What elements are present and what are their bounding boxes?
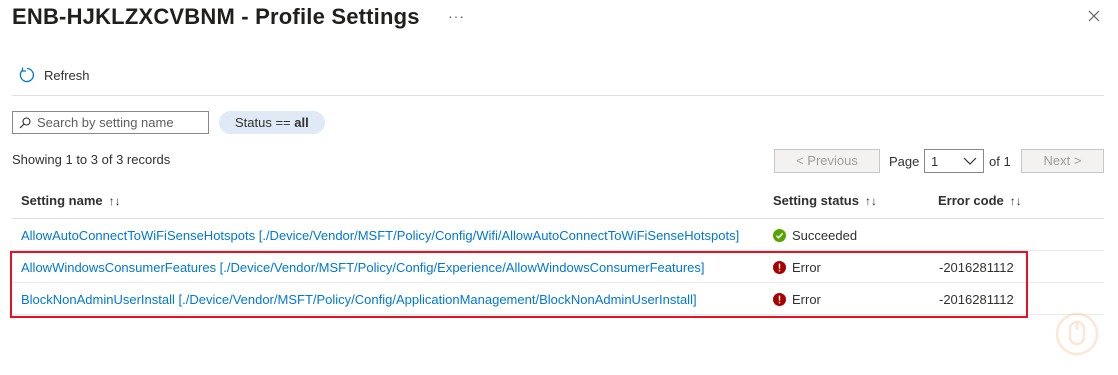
check-circle-icon — [773, 229, 786, 242]
toolbar-divider — [12, 95, 1104, 96]
sort-icon[interactable]: ↑↓ — [1010, 194, 1022, 208]
more-options-icon[interactable]: ··· — [448, 8, 465, 24]
page-label: Page — [889, 154, 920, 169]
table-row: AllowAutoConnectToWiFiSenseHotspots [./D… — [12, 219, 1104, 251]
next-button[interactable]: Next > — [1021, 149, 1104, 173]
status-text: Succeeded — [792, 228, 858, 243]
setting-name-link[interactable]: AllowAutoConnectToWiFiSenseHotspots [./D… — [21, 228, 739, 243]
refresh-label: Refresh — [44, 67, 90, 83]
column-header-label: Setting status — [773, 193, 859, 208]
refresh-button[interactable]: Refresh — [18, 66, 90, 84]
column-header-setting-status[interactable]: Setting status ↑↓ — [773, 193, 877, 208]
page-select[interactable]: 1 — [924, 149, 984, 173]
column-header-setting-name[interactable]: Setting name ↑↓ — [21, 193, 121, 208]
search-input[interactable] — [37, 115, 197, 130]
search-box[interactable] — [12, 111, 209, 134]
sort-icon[interactable]: ↑↓ — [109, 194, 121, 208]
status-filter-value: all — [294, 115, 309, 130]
column-header-label: Error code — [938, 193, 1004, 208]
page-title: ENB-HJKLZXCVBNM - Profile Settings — [12, 4, 420, 29]
page-count: of 1 — [989, 154, 1011, 169]
previous-button[interactable]: < Previous — [774, 149, 880, 173]
chevron-down-icon — [963, 157, 977, 165]
watermark-logo-icon — [1055, 312, 1099, 356]
status-filter-pill[interactable]: Status == all — [219, 111, 325, 134]
column-header-error-code[interactable]: Error code ↑↓ — [938, 193, 1022, 208]
refresh-icon — [19, 67, 35, 83]
search-icon — [19, 116, 31, 128]
highlight-annotation-box — [10, 251, 1028, 318]
records-count: Showing 1 to 3 of 3 records — [12, 152, 171, 167]
sort-icon[interactable]: ↑↓ — [865, 194, 877, 208]
status-filter-label: Status == — [235, 115, 295, 130]
status-cell: Succeeded — [773, 228, 857, 243]
page-select-value: 1 — [931, 153, 939, 169]
close-icon[interactable] — [1086, 8, 1102, 24]
column-header-label: Setting name — [21, 193, 103, 208]
